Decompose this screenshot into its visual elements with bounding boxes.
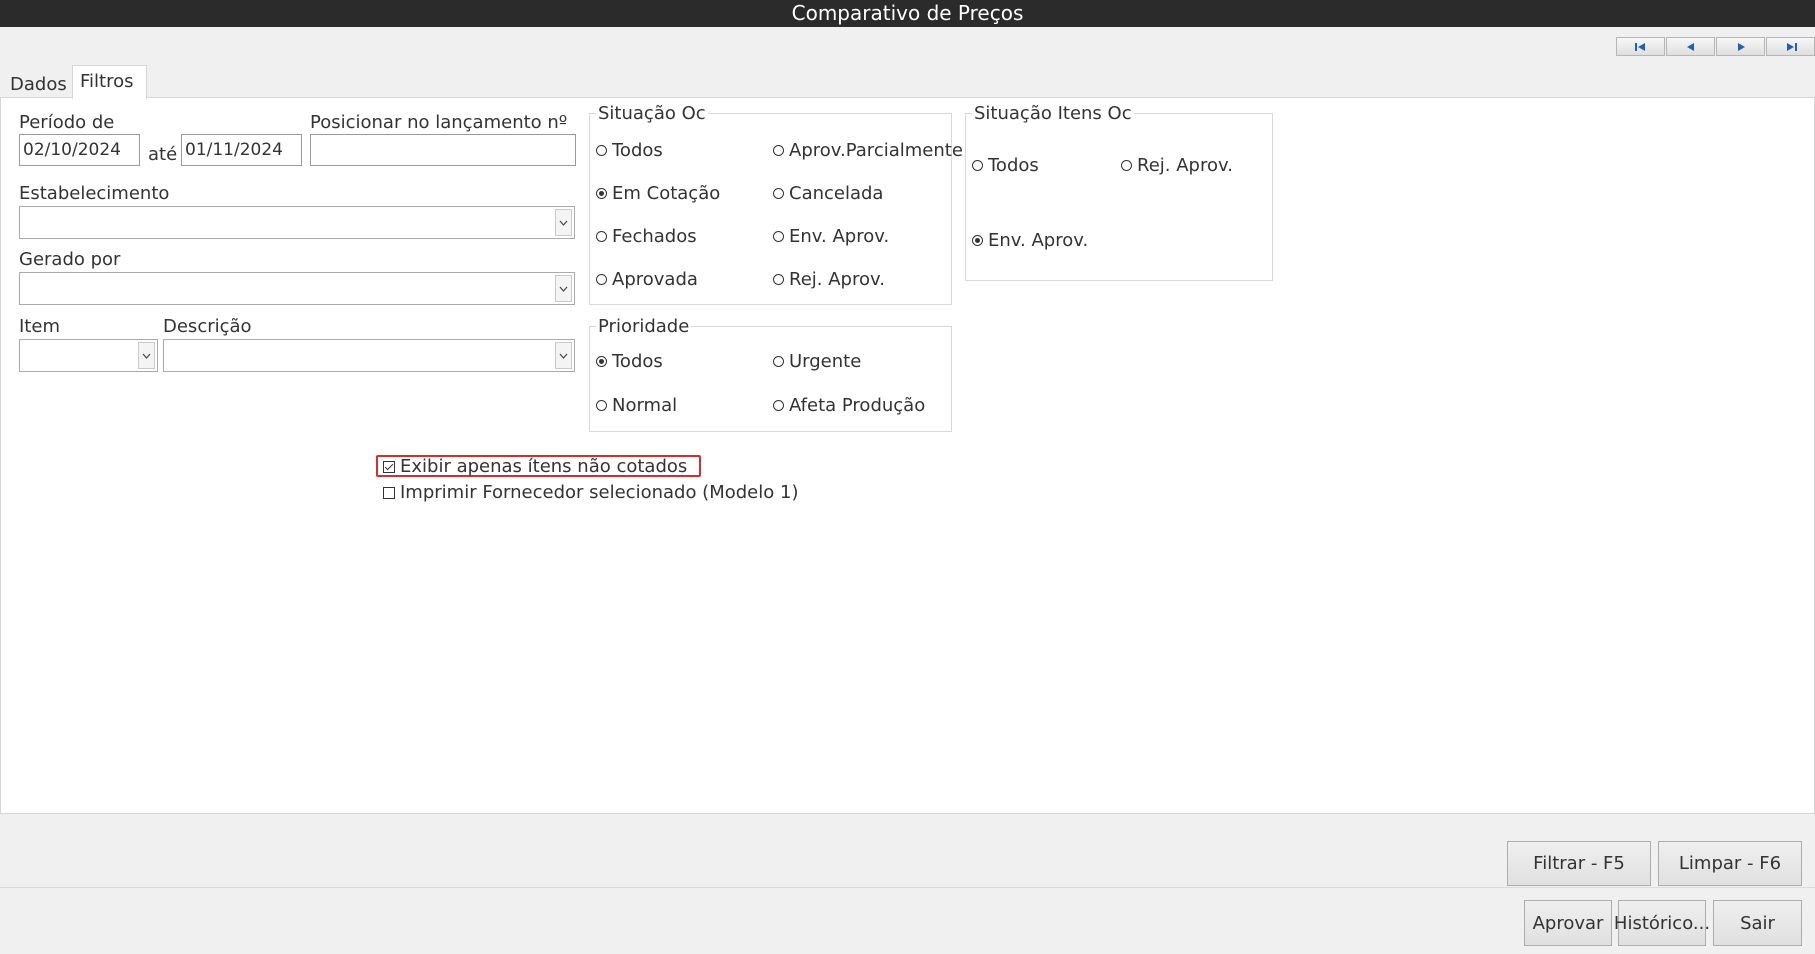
estabelecimento-select[interactable] <box>19 206 575 239</box>
previous-record-icon <box>1686 42 1694 51</box>
situacao-oc-aprov-parcialmente-radio[interactable]: Aprov.Parcialmente <box>773 140 963 161</box>
radio-label: Afeta Produção <box>789 395 926 416</box>
ate-label: até <box>148 144 178 165</box>
situacao-itens-oc-legend: Situação Itens Oc <box>972 103 1134 124</box>
last-record-icon <box>1786 42 1797 51</box>
radio-icon <box>596 231 607 242</box>
historico-button[interactable]: Histórico... <box>1614 900 1710 946</box>
prioridade-afeta-producao-radio[interactable]: Afeta Produção <box>773 395 925 416</box>
prioridade-legend: Prioridade <box>596 316 692 337</box>
situacao-oc-fechados-radio[interactable]: Fechados <box>596 226 697 247</box>
chevron-down-icon[interactable] <box>138 342 155 369</box>
posicionar-input[interactable] <box>310 134 576 166</box>
chevron-down-icon[interactable] <box>555 342 572 369</box>
chevron-down-icon[interactable] <box>555 275 572 302</box>
radio-label: Todos <box>612 351 663 372</box>
situacao-oc-cancelada-radio[interactable]: Cancelada <box>773 183 883 204</box>
radio-icon <box>1121 160 1132 171</box>
situacao-oc-legend: Situação Oc <box>596 103 708 124</box>
situacao-oc-group: Situação Oc Todos Aprov.Parcialmente Em … <box>589 103 963 305</box>
periodo-ate-input[interactable]: 01/11/2024 <box>181 134 302 166</box>
radio-label: Normal <box>612 395 678 416</box>
exibir-nao-cotados-label: Exibir apenas ítens não cotados <box>400 456 688 477</box>
gerado-por-select[interactable] <box>19 272 575 305</box>
tab-dados[interactable]: Dados <box>2 68 72 100</box>
radio-label: Aprov.Parcialmente <box>789 140 963 161</box>
estabelecimento-label: Estabelecimento <box>19 183 170 204</box>
situacao-oc-rej-aprov-radio[interactable]: Rej. Aprov. <box>773 269 885 290</box>
descricao-label: Descrição <box>163 316 252 337</box>
radio-selected-icon <box>596 188 607 199</box>
radio-label: Cancelada <box>789 183 884 204</box>
radio-icon <box>596 145 607 156</box>
radio-icon <box>972 160 983 171</box>
limpar-button[interactable]: Limpar - F6 <box>1658 841 1802 886</box>
next-record-button[interactable] <box>1716 37 1765 56</box>
radio-icon <box>596 274 607 285</box>
item-select[interactable] <box>19 339 158 372</box>
next-record-icon <box>1737 42 1745 51</box>
situacao-itens-rej-aprov-radio[interactable]: Rej. Aprov. <box>1121 155 1233 176</box>
descricao-select[interactable] <box>163 339 575 372</box>
radio-label: Env. Aprov. <box>988 230 1089 251</box>
radio-label: Urgente <box>789 351 862 372</box>
tab-filtros[interactable]: Filtros <box>72 65 147 99</box>
radio-icon <box>773 400 784 411</box>
checkbox-checked-icon <box>383 460 395 473</box>
periodo-de-input[interactable]: 02/10/2024 <box>19 134 140 166</box>
exibir-nao-cotados-checkbox[interactable]: Exibir apenas ítens não cotados <box>383 456 687 477</box>
radio-label: Em Cotação <box>612 183 721 204</box>
prioridade-group: Prioridade Todos Urgente Normal Afeta Pr… <box>589 316 952 432</box>
radio-label: Todos <box>612 140 663 161</box>
prioridade-todos-radio[interactable]: Todos <box>596 351 663 372</box>
radio-icon <box>773 274 784 285</box>
situacao-oc-env-aprov-radio[interactable]: Env. Aprov. <box>773 226 889 247</box>
chevron-down-icon[interactable] <box>555 209 572 236</box>
situacao-itens-todos-radio[interactable]: Todos <box>972 155 1039 176</box>
first-record-icon <box>1634 42 1645 51</box>
filtrar-button[interactable]: Filtrar - F5 <box>1507 841 1651 886</box>
aprovar-button[interactable]: Aprovar <box>1524 900 1612 946</box>
previous-record-button[interactable] <box>1666 37 1715 56</box>
situacao-itens-oc-group: Situação Itens Oc Todos Rej. Aprov. Env.… <box>965 103 1273 281</box>
radio-label: Rej. Aprov. <box>789 269 885 290</box>
radio-label: Aprovada <box>612 269 698 290</box>
gerado-por-label: Gerado por <box>19 249 121 270</box>
first-record-button[interactable] <box>1616 37 1665 56</box>
situacao-oc-todos-radio[interactable]: Todos <box>596 140 663 161</box>
radio-selected-icon <box>596 356 607 367</box>
item-label: Item <box>19 316 60 337</box>
imprimir-fornecedor-checkbox[interactable]: Imprimir Fornecedor selecionado (Modelo … <box>383 482 798 503</box>
window-title: Comparativo de Preços <box>0 0 1815 27</box>
footer-divider <box>0 887 1815 888</box>
radio-icon <box>773 231 784 242</box>
prioridade-normal-radio[interactable]: Normal <box>596 395 677 416</box>
radio-selected-icon <box>972 235 983 246</box>
prioridade-urgente-radio[interactable]: Urgente <box>773 351 861 372</box>
radio-icon <box>596 400 607 411</box>
checkbox-icon <box>383 486 395 499</box>
imprimir-fornecedor-label: Imprimir Fornecedor selecionado (Modelo … <box>400 482 799 503</box>
radio-label: Rej. Aprov. <box>1137 155 1233 176</box>
radio-icon <box>773 145 784 156</box>
situacao-oc-aprovada-radio[interactable]: Aprovada <box>596 269 698 290</box>
radio-label: Env. Aprov. <box>789 226 890 247</box>
sair-button[interactable]: Sair <box>1713 900 1802 946</box>
situacao-oc-em-cotacao-radio[interactable]: Em Cotação <box>596 183 720 204</box>
radio-label: Todos <box>988 155 1039 176</box>
periodo-label: Período de <box>19 112 115 133</box>
radio-label: Fechados <box>612 226 697 247</box>
radio-icon <box>773 188 784 199</box>
last-record-button[interactable] <box>1766 37 1815 56</box>
posicionar-label: Posicionar no lançamento nº <box>310 112 568 133</box>
situacao-itens-env-aprov-radio[interactable]: Env. Aprov. <box>972 230 1088 251</box>
radio-icon <box>773 356 784 367</box>
